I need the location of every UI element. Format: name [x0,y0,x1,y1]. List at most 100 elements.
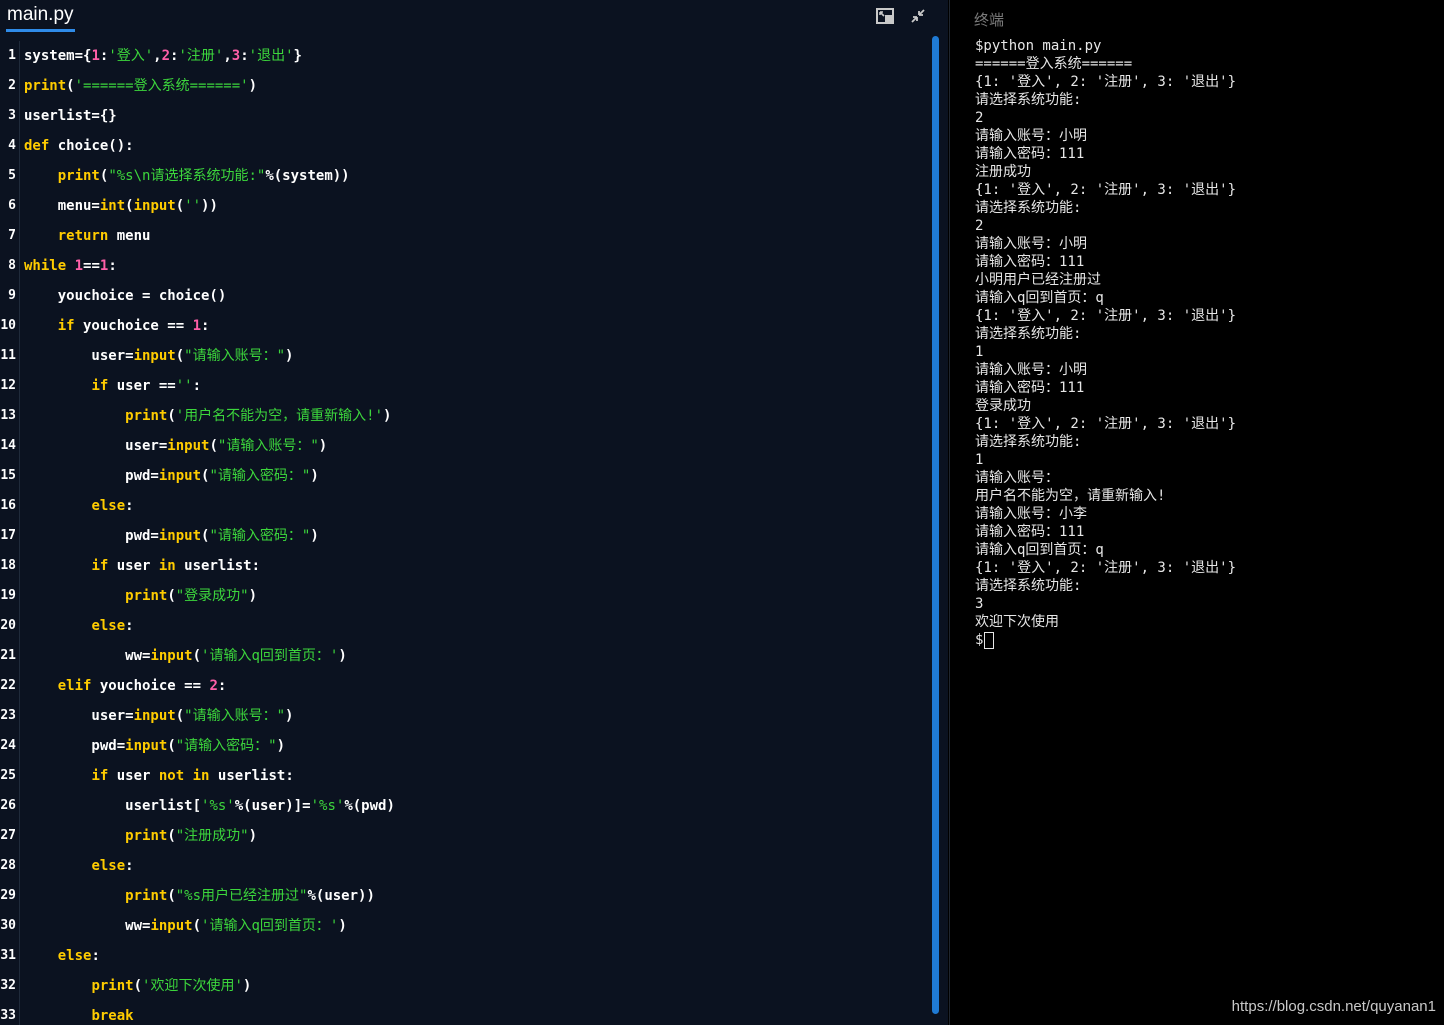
code-token: '退出' [248,48,294,64]
terminal-line: 注册成功 [975,164,1031,180]
code-line[interactable]: 15 pwd=input("请输入密码：") [0,461,930,491]
code-text: pwd=input("请输入密码：") [24,461,319,491]
code-token: ( [167,588,176,604]
code-line[interactable]: 33 break [0,1001,930,1025]
code-line[interactable]: 1 system={1:'登入',2:'注册',3:'退出'} [0,41,930,71]
code-token: print [125,828,168,844]
code-line[interactable]: 2 print('======登入系统======') [0,71,930,101]
line-number: 9 [8,288,16,303]
code-line[interactable]: 6 menu=int(input('')) [0,191,930,221]
code-editor[interactable]: main.py 1 system={1:'登入',2:'注册',3:'退出'} 2 p… [0,0,948,1025]
code-line[interactable]: 9 youchoice = choice() [0,281,930,311]
code-text: print('用户名不能为空，请重新输入!') [24,401,391,431]
code-line[interactable]: 32 print('欢迎下次使用') [0,971,930,1001]
code-text: break [24,1001,134,1025]
terminal-line: 2 [975,218,984,234]
code-area[interactable]: 1 system={1:'登入',2:'注册',3:'退出'} 2 print('==… [0,41,930,1025]
terminal-line: {1: '登入', 2: '注册', 3: '退出'} [975,74,1237,90]
code-line[interactable]: 21 ww=input('请输入q回到首页：') [0,641,930,671]
code-token: "%s\n请选择系统功能:" [108,168,266,184]
code-token: )) [201,198,218,214]
code-text: return menu [24,221,151,251]
code-text: if user =='': [24,371,201,401]
code-token: '请输入q回到首页：' [201,648,339,664]
code-line[interactable]: 10 if youchoice == 1: [0,311,930,341]
code-text: user=input("请输入账号：") [24,701,293,731]
code-line[interactable]: 24 pwd=input("请输入密码：") [0,731,930,761]
gutter-divider [19,251,20,281]
terminal-line: 请输入账号：小明 [975,128,1087,144]
code-line[interactable]: 16 else: [0,491,930,521]
code-line[interactable]: 19 print("登录成功") [0,581,930,611]
code-line[interactable]: 27 print("注册成功") [0,821,930,851]
code-token: ) [248,78,258,94]
code-line[interactable]: 14 user=input("请输入账号：") [0,431,930,461]
code-token: user == [108,378,176,394]
code-line[interactable]: 7 return menu [0,221,930,251]
file-tab[interactable]: main.py [6,2,75,32]
code-line[interactable]: 13 print('用户名不能为空，请重新输入!') [0,401,930,431]
code-line[interactable]: 22 elif youchoice == 2: [0,671,930,701]
code-line[interactable]: 4 def choice(): [0,131,930,161]
line-number: 32 [0,978,16,993]
code-token: user= [24,348,134,364]
code-token: elif [57,678,92,694]
code-line[interactable]: 11 user=input("请输入账号：") [0,341,930,371]
code-line[interactable]: 3 userlist={} [0,101,930,131]
code-text: if youchoice == 1: [24,311,210,341]
code-token: else [57,948,92,964]
terminal-panel[interactable]: 终端 $python main.py ======登入系统====== {1: '登… [949,0,1444,1025]
line-number: 2 [8,78,16,93]
code-token: 1 [74,258,84,274]
line-number: 8 [8,258,16,273]
code-line[interactable]: 29 print("%s用户已经注册过"%(user)) [0,881,930,911]
code-line[interactable]: 28 else: [0,851,930,881]
restore-layout-icon[interactable] [875,6,895,26]
code-token: ( [167,888,176,904]
code-token: break [91,1008,134,1024]
code-token: print [125,588,168,604]
code-line[interactable]: 23 user=input("请输入账号：") [0,701,930,731]
code-token: ) [285,348,294,364]
code-token: youchoice == [74,318,193,334]
code-token: not [158,768,185,784]
terminal-line: 请输入密码：111 [975,254,1085,270]
code-token: youchoice == [91,678,210,694]
code-line[interactable]: 31 else: [0,941,930,971]
code-token: '请输入q回到首页：' [201,918,339,934]
editor-scrollbar[interactable] [932,36,939,1014]
code-token: 3 [231,48,241,64]
code-token: def [24,138,50,154]
terminal-line: ======登入系统====== [975,56,1133,72]
code-line[interactable]: 20 else: [0,611,930,641]
code-line[interactable]: 8 while 1==1: [0,251,930,281]
code-token: youchoice = choice() [24,288,227,304]
code-token: ) [248,588,258,604]
code-line[interactable]: 12 if user =='': [0,371,930,401]
code-line[interactable]: 18 if user in userlist: [0,551,930,581]
terminal-prompt-line[interactable]: $ [975,631,1435,649]
code-line[interactable]: 25 if user not in userlist: [0,761,930,791]
code-line[interactable]: 5 print("%s\n请选择系统功能:"%(system)) [0,161,930,191]
code-token: : [240,48,249,64]
gutter-divider [19,551,20,581]
line-number: 18 [0,558,16,573]
code-token: ) [242,978,252,994]
line-number: 22 [0,678,16,693]
code-line[interactable]: 26 userlist['%s'%(user)]='%s'%(pwd) [0,791,930,821]
code-text: elif youchoice == 2: [24,671,227,701]
code-token: print [57,168,100,184]
code-token: in [192,768,210,784]
terminal-line: 请输入账号： [975,470,1059,486]
code-line[interactable]: 30 ww=input('请输入q回到首页：') [0,911,930,941]
terminal-output: $python main.py ======登入系统====== {1: '登入',… [975,37,1435,649]
code-token: '注册' [178,48,224,64]
code-token: input [167,438,210,454]
code-text: print('======登入系统======') [24,71,257,101]
collapse-icon[interactable] [908,6,928,26]
code-token: ) [310,468,319,484]
code-line[interactable]: 17 pwd=input("请输入密码：") [0,521,930,551]
